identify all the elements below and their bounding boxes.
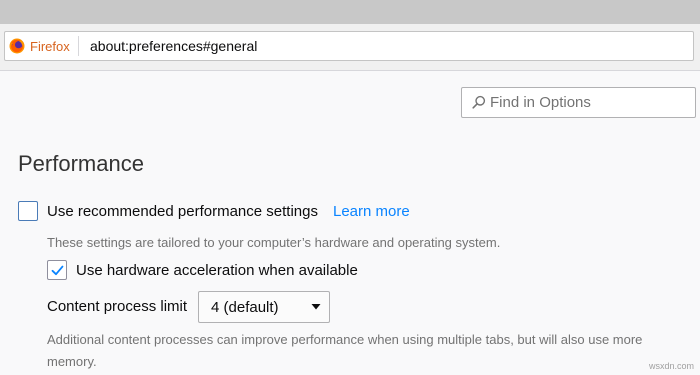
dropdown-selected-value: 4 (default) bbox=[211, 299, 279, 316]
window-titlebar bbox=[0, 0, 700, 24]
find-in-options-box[interactable] bbox=[461, 87, 696, 118]
watermark: wsxdn.com bbox=[648, 361, 694, 371]
url-bar[interactable]: Firefox about:preferences#general bbox=[4, 31, 694, 61]
recommended-settings-checkbox[interactable] bbox=[18, 201, 38, 221]
hardware-acceleration-label[interactable]: Use hardware acceleration when available bbox=[76, 262, 358, 279]
performance-section-title: Performance bbox=[18, 151, 144, 176]
dropdown-arrow-icon bbox=[311, 304, 321, 310]
learn-more-link[interactable]: Learn more bbox=[333, 203, 410, 220]
identity-label: Firefox bbox=[30, 38, 70, 54]
content-process-limit-label: Content process limit bbox=[47, 298, 188, 315]
recommended-settings-description: These settings are tailored to your comp… bbox=[47, 235, 501, 250]
url-text[interactable]: about:preferences#general bbox=[90, 38, 257, 54]
recommended-settings-label[interactable]: Use recommended performance settings bbox=[47, 203, 318, 220]
search-icon bbox=[472, 95, 486, 109]
checkmark-icon bbox=[51, 265, 64, 276]
content-process-limit-dropdown[interactable]: 4 (default) bbox=[198, 291, 330, 323]
hardware-acceleration-checkbox[interactable] bbox=[47, 260, 67, 280]
firefox-logo-icon bbox=[9, 38, 25, 54]
content-process-description: Additional content processes can improve… bbox=[47, 332, 643, 369]
identity-box[interactable]: Firefox bbox=[9, 36, 79, 56]
search-input[interactable] bbox=[490, 90, 690, 115]
